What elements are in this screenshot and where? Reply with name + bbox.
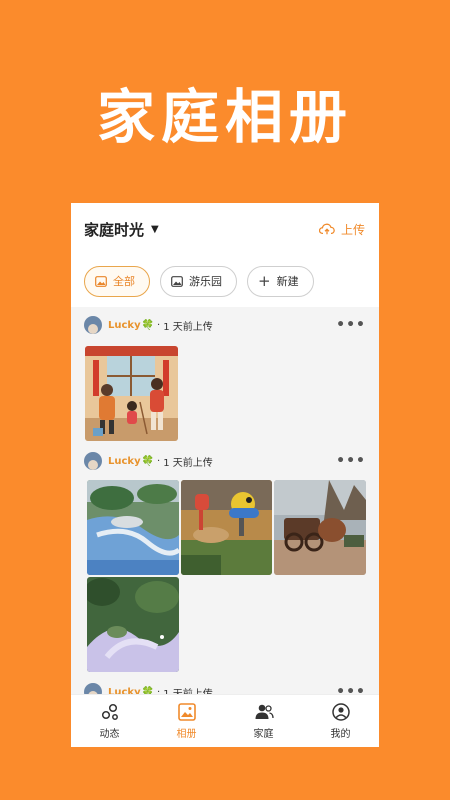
clover-emoji: 🍀 xyxy=(141,319,155,331)
separator: · xyxy=(157,319,161,331)
playground-rides-photo xyxy=(181,480,272,575)
upload-time: 1 天前上传 xyxy=(163,321,213,333)
more-icon[interactable]: ••• xyxy=(336,453,366,469)
tab-moments[interactable]: 动态 xyxy=(71,695,148,747)
wagon-sculpture-photo xyxy=(274,480,366,575)
tab-family[interactable]: 家庭 xyxy=(225,695,302,747)
plus-icon: + xyxy=(258,272,271,290)
bottom-tab-bar: 动态 相册 家庭 我的 xyxy=(71,694,379,747)
username[interactable]: Lucky xyxy=(108,456,141,467)
post-meta: Lucky 🍀 · 1 天前上传 ••• xyxy=(71,449,379,473)
header: 家庭时光 ▼ 上传 xyxy=(71,203,379,255)
post-item: Lucky 🍀 · 1 天前上传 ••• xyxy=(71,313,379,337)
garden-path-photo xyxy=(87,577,179,672)
filter-amusement-park-label: 游乐园 xyxy=(189,275,222,288)
filter-bar: 全部 游乐园 + 新建 xyxy=(71,255,379,307)
playground-pool-photo xyxy=(87,480,179,575)
album-selector[interactable]: 家庭时光 ▼ xyxy=(84,219,159,240)
clover-emoji: 🍀 xyxy=(141,455,155,467)
tab-profile[interactable]: 我的 xyxy=(302,695,379,747)
filter-all-label: 全部 xyxy=(113,275,135,288)
post-item: Lucky 🍀 · 1 天前上传 ••• xyxy=(71,449,379,473)
photo-thumbnail[interactable] xyxy=(87,480,179,575)
image-icon xyxy=(95,275,107,287)
tab-family-label: 家庭 xyxy=(253,729,274,740)
photo-thumbnail[interactable] xyxy=(181,480,272,575)
caret-down-icon: ▼ xyxy=(151,223,159,235)
avatar[interactable] xyxy=(84,452,102,470)
upload-button[interactable]: 上传 xyxy=(318,221,365,238)
upload-label: 上传 xyxy=(340,222,365,237)
tab-album[interactable]: 相册 xyxy=(148,695,225,747)
album-name: 家庭时光 xyxy=(84,220,145,239)
more-icon[interactable]: ••• xyxy=(336,317,366,333)
upload-time: 1 天前上传 xyxy=(163,457,213,469)
album-icon xyxy=(177,703,196,721)
image-icon xyxy=(171,275,183,287)
family-icon xyxy=(255,704,274,719)
photo-thumbnail[interactable] xyxy=(85,346,178,441)
filter-all[interactable]: 全部 xyxy=(84,265,150,297)
app-screen: 家庭时光 ▼ 上传 全部 游乐园 + 新建 Lucky 🍀 · 1 天前上传 •… xyxy=(71,203,379,747)
tab-moments-label: 动态 xyxy=(99,729,120,740)
photo-thumbnail[interactable] xyxy=(87,577,179,672)
photo-thumbnail[interactable] xyxy=(274,480,366,575)
post-meta: Lucky 🍀 · 1 天前上传 ••• xyxy=(71,313,379,337)
username[interactable]: Lucky xyxy=(108,320,141,331)
tab-profile-label: 我的 xyxy=(330,729,351,740)
cloud-upload-icon xyxy=(318,223,335,235)
filter-new[interactable]: + 新建 xyxy=(247,265,314,297)
moments-icon xyxy=(101,703,118,720)
profile-icon xyxy=(331,703,350,721)
filter-new-label: 新建 xyxy=(276,275,299,288)
avatar[interactable] xyxy=(84,316,102,334)
filter-amusement-park[interactable]: 游乐园 xyxy=(160,265,237,297)
promo-title: 家庭相册 xyxy=(96,83,353,151)
separator: · xyxy=(157,455,161,467)
tab-album-label: 相册 xyxy=(176,729,197,740)
family-cleaning-photo xyxy=(85,346,178,441)
